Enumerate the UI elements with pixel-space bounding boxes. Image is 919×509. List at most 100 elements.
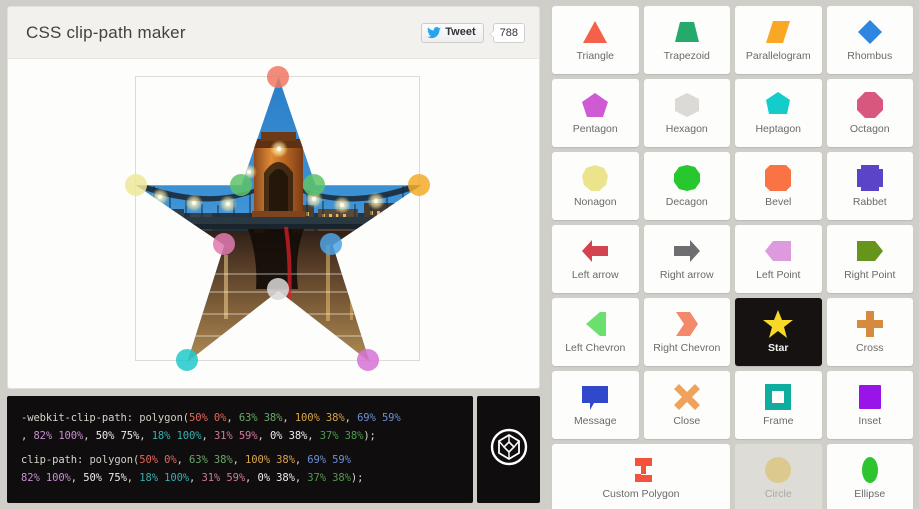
cube-badge-logo-icon — [489, 427, 529, 472]
shape-card-left-chevron[interactable]: Left Chevron — [552, 298, 639, 366]
handle-8[interactable] — [125, 173, 147, 196]
shape-label-custom-polygon: Custom Polygon — [602, 488, 680, 501]
code-point-2: 100% 38% — [245, 454, 295, 466]
code-function-webkit: polygon( — [139, 412, 190, 424]
code-line-webkit-1: -webkit-clip-path: polygon(50% 0%, 63% 3… — [21, 409, 461, 427]
left-point-icon — [763, 233, 793, 269]
code-separator: , — [232, 454, 246, 466]
shape-label-cross: Cross — [856, 342, 884, 355]
shape-label-octagon: Octagon — [849, 123, 890, 136]
code-point-0: 50% 0% — [189, 412, 227, 424]
clip-stage[interactable] — [125, 66, 430, 371]
code-point-1: 63% 38% — [189, 454, 233, 466]
handle-1[interactable] — [303, 173, 326, 196]
shape-card-rhombus[interactable]: Rhombus — [826, 6, 913, 74]
tweet-button-label: Tweet — [445, 26, 476, 38]
shape-card-octagon[interactable]: Octagon — [826, 79, 913, 147]
shape-card-close[interactable]: Close — [643, 371, 730, 439]
code-separator: , — [21, 430, 34, 442]
shape-card-right-chevron[interactable]: Right Chevron — [643, 298, 730, 366]
handle-9[interactable] — [229, 173, 252, 196]
editor-column: CSS clip-path maker Tweet 788 -webkit-cl… — [0, 0, 547, 509]
inset-icon — [855, 379, 885, 415]
tweet-button[interactable]: Tweet — [421, 22, 484, 43]
shape-card-message[interactable]: Message — [552, 371, 639, 439]
handle-0[interactable] — [266, 66, 289, 88]
shape-card-right-arrow[interactable]: Right arrow — [643, 225, 730, 293]
shape-card-nonagon[interactable]: Nonagon — [552, 152, 639, 220]
handle-3[interactable] — [320, 232, 343, 255]
handle-5[interactable] — [266, 278, 289, 301]
code-property-webkit: -webkit-clip-path: — [21, 412, 133, 424]
left-chevron-icon — [580, 306, 610, 342]
code-function-standard: polygon( — [89, 454, 140, 466]
shape-card-custom-polygon[interactable]: Custom Polygon — [552, 444, 730, 509]
shape-card-hexagon[interactable]: Hexagon — [643, 79, 730, 147]
shape-card-bevel[interactable]: Bevel — [735, 152, 822, 220]
close-icon — [672, 379, 702, 415]
shape-card-left-arrow[interactable]: Left arrow — [552, 225, 639, 293]
shape-label-right-point: Right Point — [844, 269, 896, 282]
handle-4[interactable] — [357, 349, 380, 371]
shape-label-pentagon: Pentagon — [572, 123, 618, 136]
app-header: CSS clip-path maker Tweet 788 — [7, 6, 540, 58]
pentagon-icon — [580, 87, 610, 123]
code-close-paren: ); — [350, 472, 364, 484]
decagon-icon — [672, 160, 702, 196]
shape-label-rabbet: Rabbet — [852, 196, 887, 209]
code-close-paren: ); — [363, 430, 376, 442]
shape-card-ellipse[interactable]: Ellipse — [826, 444, 913, 509]
shape-card-inset[interactable]: Inset — [826, 371, 913, 439]
code-point-8: 0% 38% — [257, 472, 295, 484]
shape-label-message: Message — [573, 415, 617, 428]
shape-card-triangle[interactable]: Triangle — [552, 6, 639, 74]
shape-card-right-point[interactable]: Right Point — [826, 225, 913, 293]
shape-label-frame: Frame — [763, 415, 794, 428]
code-separator: , — [344, 412, 358, 424]
shape-card-decagon[interactable]: Decagon — [643, 152, 730, 220]
shape-card-rabbet[interactable]: Rabbet — [826, 152, 913, 220]
handle-6[interactable] — [175, 349, 198, 371]
shape-card-cross[interactable]: Cross — [826, 298, 913, 366]
code-separator: , — [83, 430, 96, 442]
shape-card-parallelogram[interactable]: Parallelogram — [735, 6, 822, 74]
shape-card-circle: Circle — [735, 444, 822, 509]
shape-label-rhombus: Rhombus — [847, 50, 893, 63]
code-point-0: 50% 0% — [139, 454, 177, 466]
shape-card-left-point[interactable]: Left Point — [735, 225, 822, 293]
shape-card-frame[interactable]: Frame — [735, 371, 822, 439]
shape-label-trapezoid: Trapezoid — [663, 50, 710, 63]
handle-7[interactable] — [212, 232, 235, 255]
shape-card-pentagon[interactable]: Pentagon — [552, 79, 639, 147]
right-chevron-icon — [672, 306, 702, 342]
shape-label-right-chevron: Right Chevron — [653, 342, 721, 355]
code-separator: , — [307, 430, 320, 442]
shape-library-sidebar: Triangle Trapezoid Parallelogram Rhombus Pen… — [548, 0, 919, 509]
code-line-webkit-2: , 82% 100%, 50% 75%, 18% 100%, 31% 59%, … — [21, 427, 461, 445]
left-arrow-icon — [580, 233, 610, 269]
code-output-panel[interactable]: -webkit-clip-path: polygon(50% 0%, 63% 3… — [7, 396, 473, 503]
handle-2[interactable] — [408, 173, 430, 196]
code-point-2: 100% 38% — [294, 412, 345, 424]
rabbet-icon — [855, 160, 885, 196]
shape-card-trapezoid[interactable]: Trapezoid — [643, 6, 730, 74]
shape-card-heptagon[interactable]: Heptagon — [735, 79, 822, 147]
code-separator: , — [282, 412, 295, 424]
shape-card-star[interactable]: Star — [735, 298, 822, 366]
code-line-standard-1: clip-path: polygon(50% 0%, 63% 38%, 100%… — [21, 451, 461, 469]
code-separator: , — [176, 454, 190, 466]
code-point-6: 18% 100% — [139, 472, 190, 484]
twitter-bird-icon — [427, 26, 442, 39]
site-logo-panel[interactable] — [477, 396, 540, 503]
code-separator: , — [257, 430, 270, 442]
shape-label-inset: Inset — [858, 415, 882, 428]
shape-label-bevel: Bevel — [765, 196, 792, 209]
shape-label-nonagon: Nonagon — [573, 196, 617, 209]
rhombus-icon — [855, 14, 885, 50]
code-point-5: 50% 75% — [83, 472, 127, 484]
code-points-webkit-a: 50% 0%, 63% 38%, 100% 38%, 69% 59% — [189, 412, 401, 424]
code-separator: , — [126, 472, 140, 484]
tweet-count[interactable]: 788 — [488, 22, 525, 43]
right-arrow-icon — [672, 233, 702, 269]
code-separator: , — [201, 430, 214, 442]
